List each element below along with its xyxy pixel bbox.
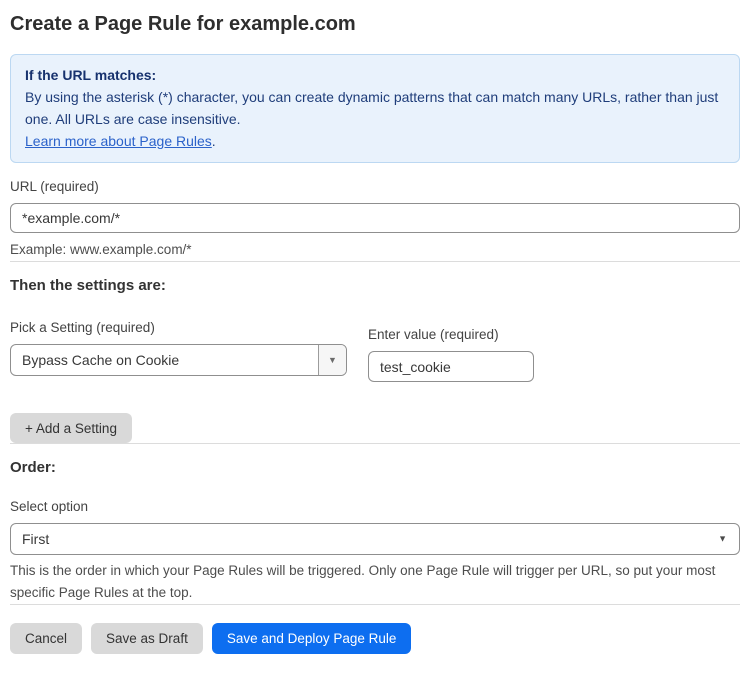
- setting-select[interactable]: Bypass Cache on Cookie ▼: [10, 344, 347, 376]
- create-page-rule-form: Create a Page Rule for example.com If th…: [0, 0, 750, 688]
- save-deploy-button[interactable]: Save and Deploy Page Rule: [212, 623, 412, 654]
- setting-select-arrow-button[interactable]: ▼: [318, 345, 346, 375]
- pick-setting-label: Pick a Setting (required): [10, 319, 347, 336]
- enter-value-label: Enter value (required): [368, 326, 534, 343]
- cancel-button[interactable]: Cancel: [10, 623, 82, 654]
- order-heading: Order:: [10, 459, 740, 477]
- add-setting-button[interactable]: + Add a Setting: [10, 413, 132, 443]
- info-box-body: By using the asterisk (*) character, you…: [25, 86, 725, 130]
- setting-select-value: Bypass Cache on Cookie: [11, 352, 318, 368]
- url-helper-text: Example: www.example.com/*: [10, 239, 740, 261]
- page-title: Create a Page Rule for example.com: [10, 12, 740, 36]
- order-helper-text: This is the order in which your Page Rul…: [10, 560, 740, 604]
- settings-row: Pick a Setting (required) Bypass Cache o…: [10, 319, 740, 382]
- enter-value-column: Enter value (required): [368, 319, 534, 382]
- save-draft-button[interactable]: Save as Draft: [91, 623, 203, 654]
- divider: [10, 261, 740, 262]
- select-option-label: Select option: [10, 498, 740, 515]
- pick-setting-column: Pick a Setting (required) Bypass Cache o…: [10, 319, 347, 382]
- learn-more-link[interactable]: Learn more about Page Rules: [25, 133, 212, 149]
- url-matches-info-box: If the URL matches: By using the asteris…: [10, 54, 740, 163]
- divider: [10, 443, 740, 444]
- chevron-down-icon: ▼: [718, 535, 727, 544]
- footer-actions: Cancel Save as Draft Save and Deploy Pag…: [10, 623, 740, 654]
- url-section: URL (required) Example: www.example.com/…: [10, 178, 740, 261]
- settings-heading: Then the settings are:: [10, 277, 740, 295]
- setting-value-input[interactable]: [368, 351, 534, 382]
- divider: [10, 604, 740, 605]
- link-period: .: [212, 133, 216, 149]
- order-select-value: First: [11, 531, 739, 547]
- info-box-heading: If the URL matches:: [25, 64, 725, 86]
- settings-section: Then the settings are: Pick a Setting (r…: [10, 277, 740, 443]
- url-input[interactable]: [10, 203, 740, 233]
- info-box-link-line: Learn more about Page Rules.: [25, 130, 725, 152]
- order-section: Order: Select option First ▼ This is the…: [10, 459, 740, 604]
- order-select[interactable]: First ▼: [10, 523, 740, 555]
- url-label: URL (required): [10, 178, 740, 195]
- chevron-down-icon: ▼: [328, 356, 337, 365]
